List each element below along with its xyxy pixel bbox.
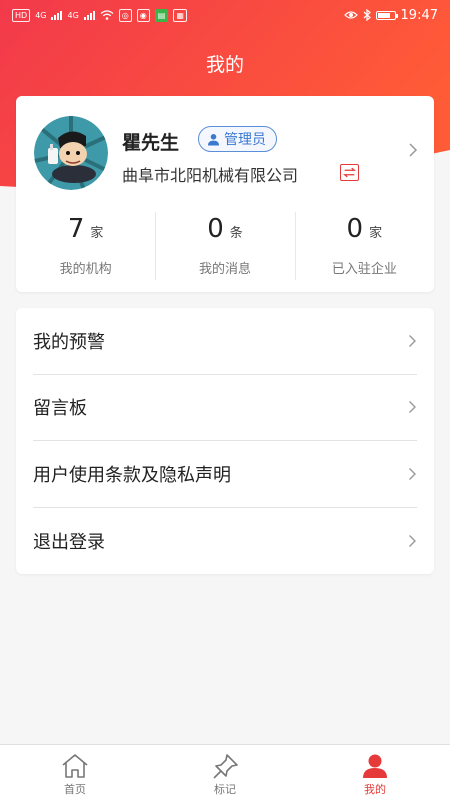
- status-bar-right: 19:47: [343, 7, 438, 23]
- tab-mine[interactable]: 我的: [300, 745, 450, 800]
- hd-indicator: HD: [12, 8, 31, 22]
- tab-home[interactable]: 首页: [0, 745, 150, 800]
- battery-icon: [375, 10, 398, 20]
- page-title: 我的: [205, 54, 244, 76]
- stat-registered-companies[interactable]: 0家 已入驻企业: [294, 210, 434, 282]
- company-name: 曲阜市北阳机械有限公司: [122, 166, 299, 185]
- menu-item-logout[interactable]: 退出登录: [33, 508, 417, 575]
- menu-item-label: 退出登录: [33, 531, 105, 553]
- menu-item-label: 用户使用条款及隐私声明: [33, 464, 231, 486]
- pin-icon: [213, 754, 238, 779]
- app-notification-2-icon: ◉: [136, 8, 150, 22]
- stat-value: 0: [207, 214, 224, 244]
- user-icon: [363, 754, 387, 778]
- menu-item-message-board[interactable]: 留言板: [33, 375, 417, 441]
- avatar-image: [34, 116, 108, 190]
- stat-my-messages[interactable]: 0条 我的消息: [155, 210, 294, 282]
- bottom-tab-bar: 首页 标记 我的: [0, 744, 450, 800]
- signal-bars-icon: [51, 10, 63, 20]
- stat-value: 7: [67, 214, 85, 244]
- menu-list: 我的预警 留言板 用户使用条款及隐私声明 退出登录: [16, 308, 434, 574]
- signal-4g-label-1: 4G: [35, 10, 47, 20]
- app-notification-4-icon: ▦: [173, 8, 187, 22]
- stat-label: 已入驻企业: [331, 262, 397, 277]
- stat-unit: 条: [229, 226, 243, 241]
- eye-icon: [343, 11, 358, 19]
- signal-4g-label-2: 4G: [67, 10, 79, 20]
- signal-bars-2-icon: [83, 10, 95, 20]
- chevron-right-icon: [409, 534, 416, 547]
- status-bar: HD 4G 4G ◎ ◉ ▤ ▦ 19:47: [0, 0, 450, 30]
- tab-label: 标记: [214, 783, 236, 796]
- wifi-icon: [100, 10, 114, 20]
- chevron-right-icon: [409, 401, 416, 414]
- menu-item-label: 我的预警: [33, 331, 105, 353]
- stat-label: 我的消息: [198, 262, 251, 277]
- app-notification-icon: ◎: [118, 8, 132, 22]
- stats-row: 7家 我的机构 0条 我的消息 0家 已入驻企业: [16, 210, 434, 282]
- chevron-right-icon: [409, 334, 416, 347]
- tab-mark[interactable]: 标记: [150, 745, 300, 800]
- stat-my-institutions[interactable]: 7家 我的机构: [16, 210, 155, 282]
- menu-item-terms-privacy[interactable]: 用户使用条款及隐私声明: [33, 441, 417, 508]
- bluetooth-icon: [363, 9, 371, 21]
- stat-label: 我的机构: [59, 262, 112, 277]
- home-icon: [62, 754, 88, 778]
- menu-item-label: 留言板: [33, 398, 87, 420]
- menu-item-my-warnings[interactable]: 我的预警: [33, 308, 417, 375]
- stat-value: 0: [346, 214, 364, 244]
- chevron-right-icon[interactable]: [408, 142, 418, 158]
- role-badge: 管理员: [198, 126, 277, 152]
- switch-company-icon[interactable]: [340, 164, 359, 181]
- admin-user-icon: [208, 133, 219, 145]
- clock: 19:47: [400, 7, 438, 23]
- tab-label: 首页: [64, 783, 86, 796]
- app-notification-3-icon: ▤: [154, 8, 169, 22]
- tab-label: 我的: [364, 783, 386, 796]
- role-badge-label: 管理员: [224, 132, 266, 148]
- profile-card[interactable]: 瞿先生 管理员 曲阜市北阳机械有限公司 7家 我的机构 0条 我的消息 0家 已…: [16, 96, 434, 292]
- status-bar-left: HD 4G 4G ◎ ◉ ▤ ▦: [12, 8, 187, 22]
- stat-unit: 家: [369, 226, 383, 241]
- user-name: 瞿先生: [122, 132, 180, 154]
- chevron-right-icon: [409, 467, 416, 480]
- stat-unit: 家: [90, 226, 104, 241]
- avatar[interactable]: [34, 116, 108, 190]
